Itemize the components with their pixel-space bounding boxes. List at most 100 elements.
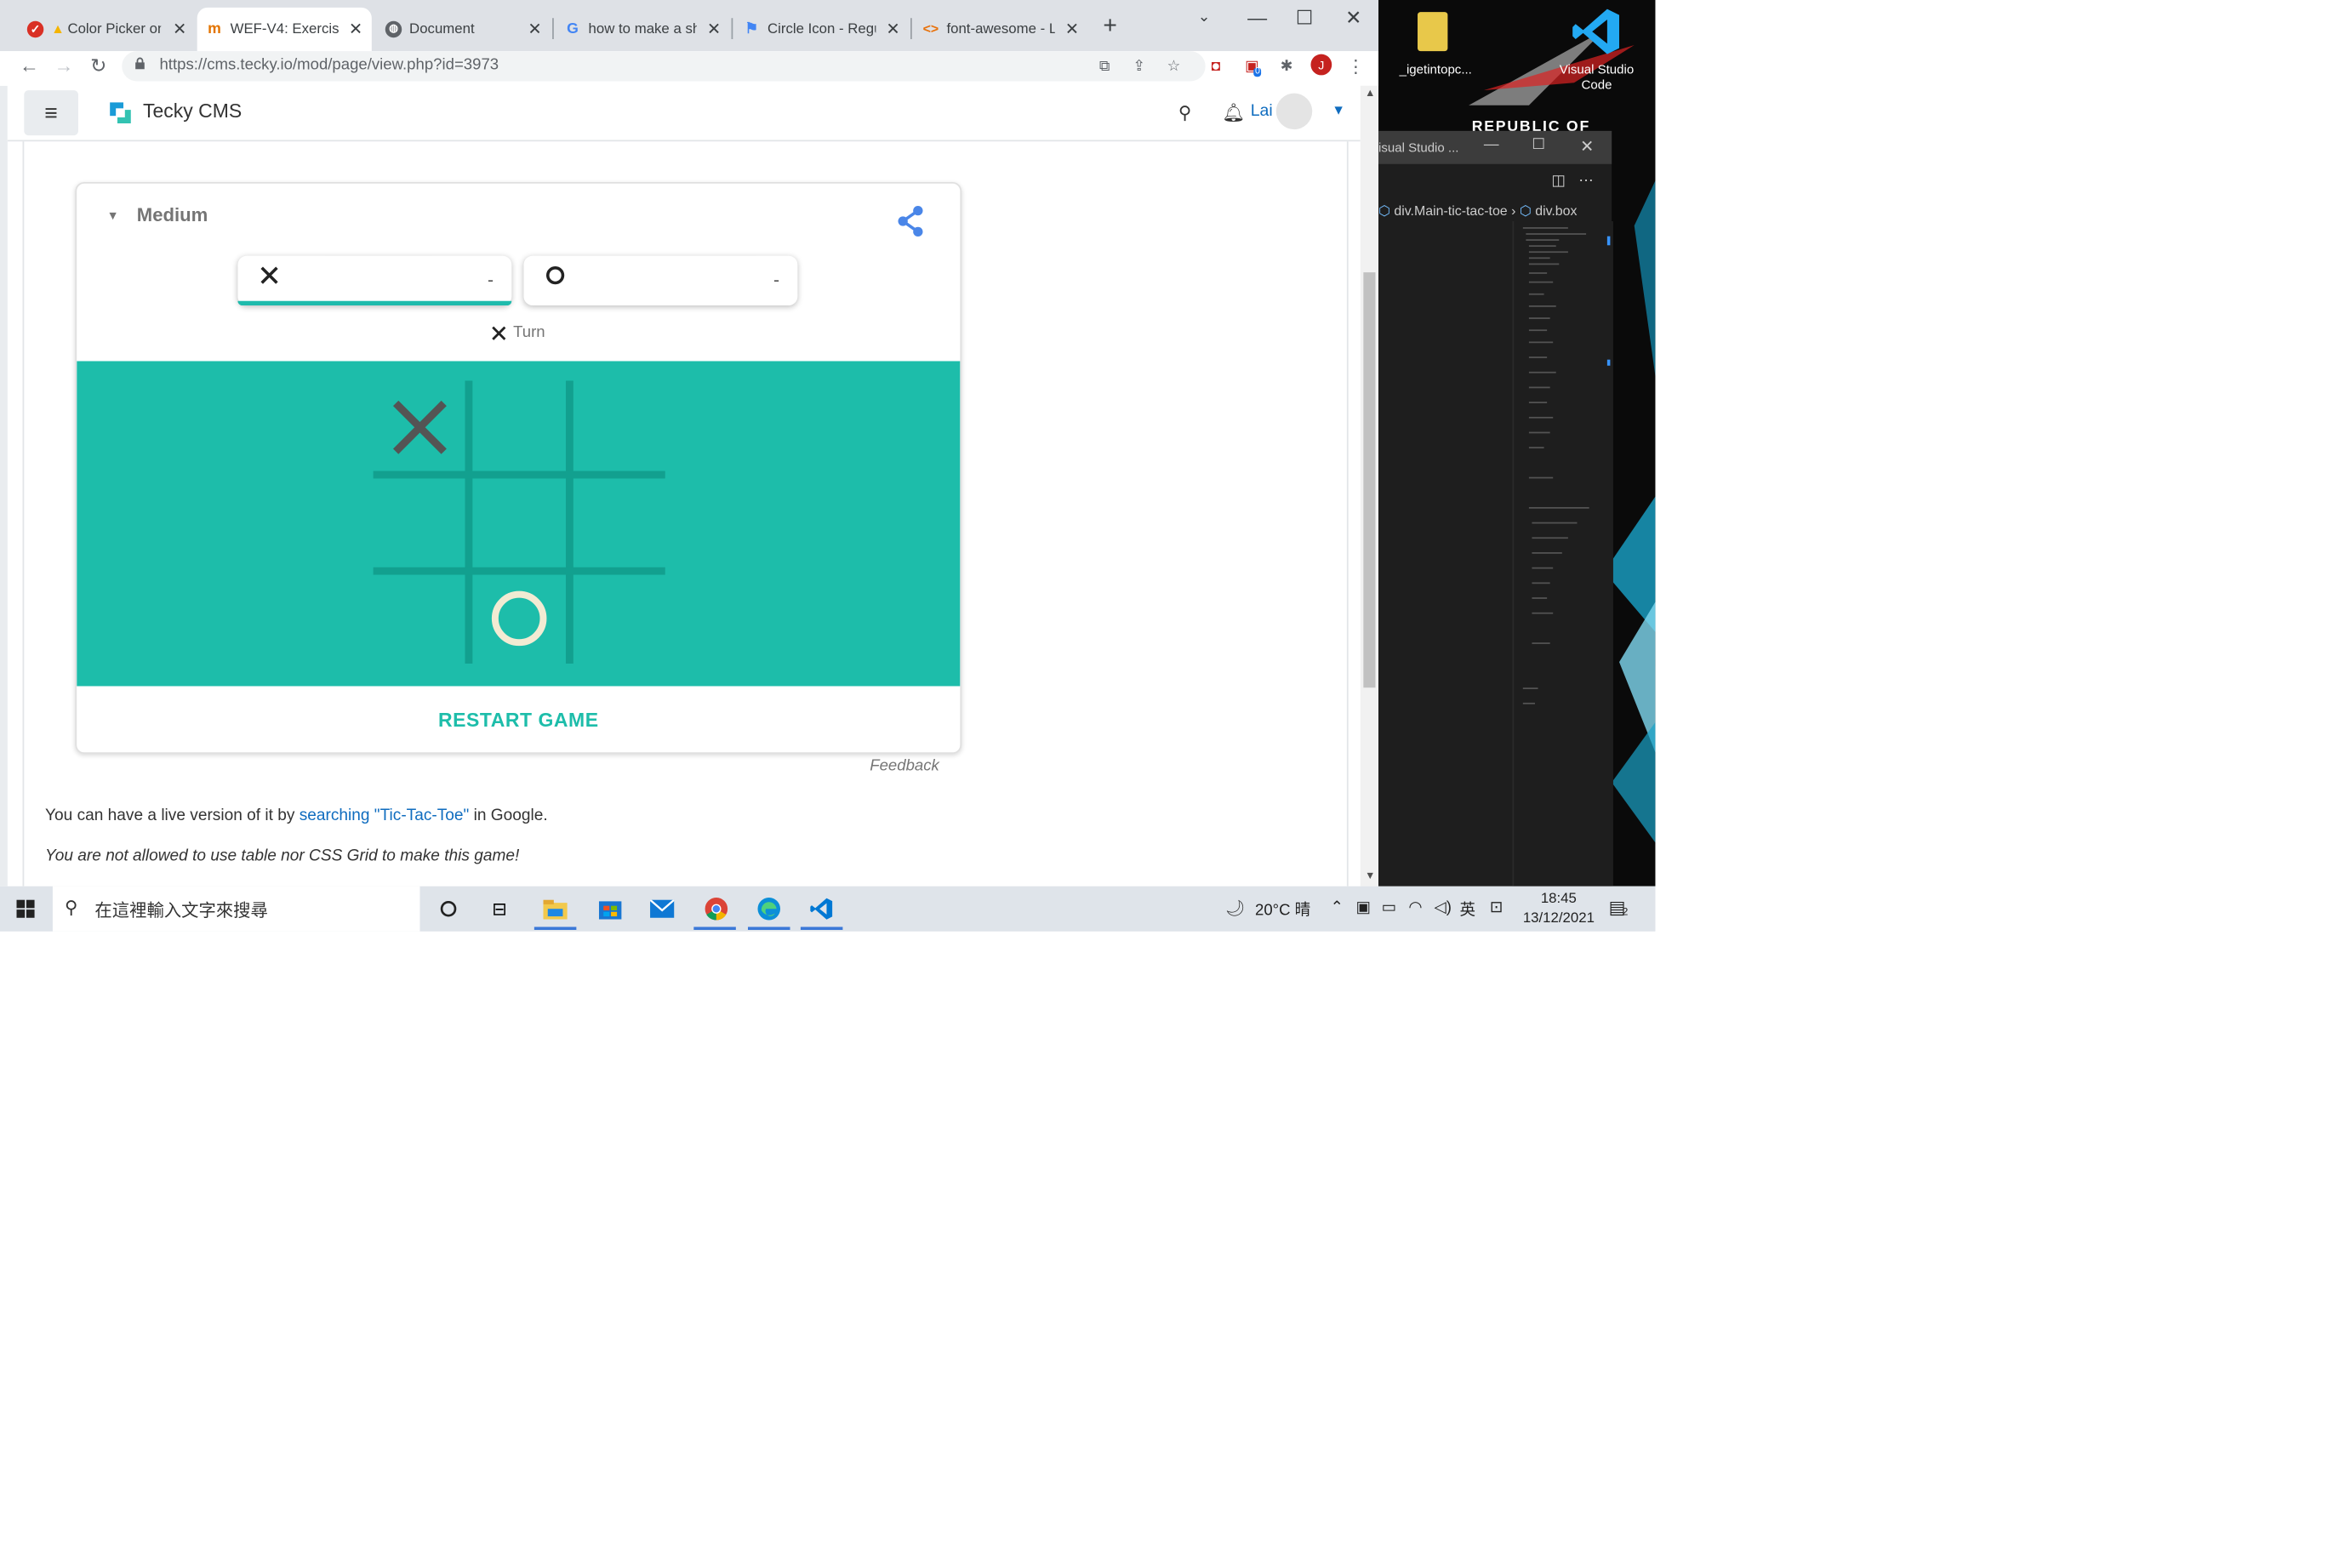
pocket-extension-icon[interactable]: ◘	[1207, 57, 1224, 75]
mail-icon[interactable]	[648, 895, 676, 922]
board-cell-6[interactable]	[374, 575, 465, 664]
player-o-score: -	[773, 269, 780, 291]
minimize-button[interactable]: —	[1484, 137, 1499, 153]
task-view-icon[interactable]: ⊟	[486, 895, 513, 922]
paragraph-text: You can have a live version of it by	[45, 806, 300, 825]
folder-icon[interactable]	[1418, 12, 1448, 52]
tab-title: Color Picker on	[67, 20, 162, 37]
close-window-button[interactable]: ✕	[1345, 6, 1361, 30]
chevron-up-icon[interactable]: ⌃	[1330, 898, 1344, 916]
board-cell-2[interactable]	[573, 380, 665, 470]
maximize-button[interactable]: ☐	[1532, 137, 1545, 153]
scroll-up-icon[interactable]: ▲	[1365, 88, 1375, 99]
puzzle-extensions-icon[interactable]: ✱	[1278, 57, 1296, 75]
close-tab-icon[interactable]: ✕	[707, 19, 721, 38]
microsoft-store-icon[interactable]	[596, 895, 623, 922]
user-avatar[interactable]	[1275, 93, 1313, 130]
split-editor-icon[interactable]: ◫	[1551, 173, 1566, 189]
feedback-link[interactable]: Feedback	[870, 757, 939, 775]
forward-icon[interactable]: →	[54, 54, 74, 77]
taskbar-search-box[interactable]: ⚲ 在這裡輸入文字來搜尋	[52, 886, 420, 932]
edge-icon[interactable]	[756, 895, 783, 922]
board-cell-3[interactable]	[374, 478, 465, 567]
board-cell-4[interactable]	[472, 478, 566, 567]
system-clock[interactable]: 18:45 13/12/2021	[1523, 889, 1595, 928]
menu-toggle-button[interactable]: ≡	[24, 90, 78, 136]
restart-game-button[interactable]: RESTART GAME	[77, 686, 960, 752]
desktop-icon-label: _igetintopc...	[1399, 61, 1472, 77]
new-tab-button[interactable]: +	[1103, 14, 1117, 41]
flag-icon: ⚑	[745, 20, 759, 37]
close-tab-icon[interactable]: ✕	[528, 19, 541, 38]
board-cell-5[interactable]	[573, 478, 665, 567]
cortana-icon[interactable]	[435, 895, 462, 922]
tab-title: Document	[409, 20, 475, 37]
close-tab-icon[interactable]: ✕	[1065, 19, 1079, 38]
tab-color-picker[interactable]: ✓ ▲ Color Picker on ✕	[18, 10, 196, 46]
share-page-icon[interactable]: ⇪	[1130, 57, 1148, 75]
vscode-desktop-icon[interactable]	[1571, 6, 1622, 57]
user-name[interactable]: Lai	[1251, 102, 1273, 120]
page-scrollbar[interactable]: ▲ ▼	[1360, 85, 1379, 887]
chevron-down-icon[interactable]: ▼	[1332, 102, 1345, 117]
address-bar[interactable]: https://cms.tecky.io/mod/page/view.php?i…	[122, 51, 1206, 82]
tab-title: font-awesome - L	[946, 20, 1055, 37]
volume-icon[interactable]: ◁)	[1434, 898, 1451, 916]
code-minimap[interactable]	[1512, 220, 1613, 887]
tab-font-awesome[interactable]: <> font-awesome - L ✕	[914, 10, 1088, 46]
tab-title: Circle Icon - Regul	[767, 20, 876, 37]
chrome-menu-icon[interactable]: ⋮	[1347, 55, 1365, 77]
player-x-score-card[interactable]: -	[237, 255, 512, 306]
battery-icon[interactable]: ▭	[1382, 898, 1397, 916]
scrollbar-thumb[interactable]	[1363, 272, 1376, 688]
reload-icon[interactable]: ↻	[90, 54, 106, 78]
active-app-indicator	[534, 927, 577, 930]
board-cell-1[interactable]	[472, 380, 566, 470]
search-icon[interactable]: ⚲	[1178, 102, 1192, 123]
desktop-icon-label: Visual Studio Code	[1559, 61, 1635, 92]
translate-icon[interactable]: ⧉	[1096, 57, 1114, 75]
close-tab-icon[interactable]: ✕	[173, 19, 186, 38]
close-tab-icon[interactable]: ✕	[349, 20, 362, 39]
bell-icon[interactable]: 🔔︎	[1222, 102, 1245, 123]
bookmark-star-icon[interactable]: ☆	[1165, 57, 1183, 75]
maximize-button[interactable]: ☐	[1296, 6, 1314, 30]
ime-indicator[interactable]: 英	[1460, 898, 1476, 921]
profile-avatar[interactable]: J	[1310, 54, 1332, 76]
weather-moon-icon[interactable]: 🌙︎	[1225, 898, 1246, 918]
file-explorer-icon[interactable]	[542, 895, 569, 922]
difficulty-selector[interactable]: ▼ Medium	[107, 205, 208, 226]
scroll-marker	[1606, 236, 1611, 246]
site-brand[interactable]: Tecky CMS	[143, 100, 242, 123]
breadcrumb: ⬡ div.Main-tic-tac-toe › ⬡ div.box	[1378, 203, 1577, 220]
google-search-link[interactable]: searching "Tic-Tac-Toe"	[300, 807, 470, 824]
windows-start-icon[interactable]	[16, 899, 35, 918]
tab-search-icon[interactable]: ⌄	[1198, 9, 1211, 26]
game-board	[77, 361, 961, 687]
more-actions-icon[interactable]: ⋯	[1578, 173, 1594, 189]
board-grid	[373, 380, 665, 664]
breadcrumb-item[interactable]: div.box	[1535, 203, 1577, 219]
tab-wef-v4-exercise[interactable]: m WEF-V4: Exercise ✕	[197, 7, 372, 52]
board-cell-7[interactable]	[472, 575, 566, 664]
display-icon[interactable]: ▣	[1356, 898, 1372, 916]
back-icon[interactable]: ←	[20, 54, 39, 77]
wifi-icon[interactable]: ◠	[1408, 898, 1422, 916]
close-tab-icon[interactable]: ✕	[886, 19, 899, 38]
tab-document[interactable]: ◍ Document ✕	[376, 10, 551, 46]
element-icon: ⬡	[1519, 202, 1532, 219]
minimize-button[interactable]: —	[1247, 6, 1267, 29]
board-cell-8[interactable]	[573, 575, 665, 664]
share-icon[interactable]	[895, 205, 925, 238]
ime-mode-icon[interactable]: ⊡	[1490, 898, 1504, 916]
tab-google-search[interactable]: G how to make a sh ✕	[556, 10, 730, 46]
close-window-button[interactable]: ✕	[1580, 137, 1594, 157]
weather-text[interactable]: 20°C 晴	[1255, 898, 1310, 921]
chrome-icon[interactable]	[703, 895, 730, 922]
scroll-down-icon[interactable]: ▼	[1365, 871, 1375, 881]
google-icon: G	[567, 20, 579, 37]
tab-circle-icon[interactable]: ⚑ Circle Icon - Regul ✕	[734, 10, 909, 46]
player-o-score-card[interactable]: -	[523, 255, 798, 306]
breadcrumb-item[interactable]: div.Main-tic-tac-toe	[1394, 203, 1507, 219]
vscode-icon[interactable]	[808, 895, 836, 922]
